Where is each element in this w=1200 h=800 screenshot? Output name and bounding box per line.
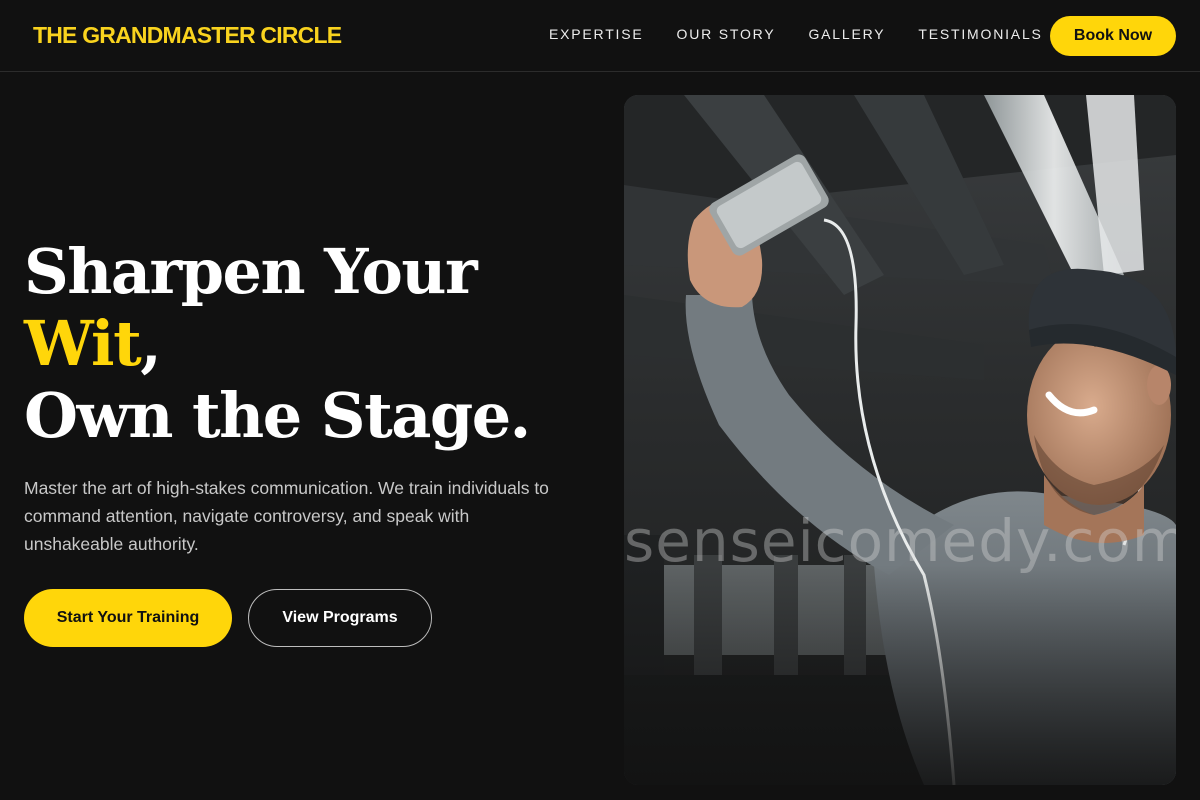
hero-photo: senseicomedy.com xyxy=(624,95,1176,785)
book-now-button[interactable]: Book Now xyxy=(1050,16,1176,56)
headline-line-3: Own the Stage. xyxy=(24,379,531,452)
headline-line-2: Wit, xyxy=(24,308,530,380)
headline-line-1: Sharpen Your xyxy=(24,235,478,308)
nav-links: EXPERTISE OUR STORY GALLERY TESTIMONIALS xyxy=(549,26,1076,42)
nav-link-our-story[interactable]: OUR STORY xyxy=(677,26,776,42)
nav-link-testimonials[interactable]: TESTIMONIALS xyxy=(918,26,1042,42)
headline-comma: , xyxy=(140,307,162,380)
hero-description: Master the art of high-stakes communicat… xyxy=(24,478,549,554)
nav-link-expertise[interactable]: EXPERTISE xyxy=(549,26,644,42)
top-nav: THE GRANDMASTER CIRCLE EXPERTISE OUR STO… xyxy=(0,0,1200,72)
view-programs-button[interactable]: View Programs xyxy=(248,589,432,647)
selfie-photo-illustration xyxy=(624,95,1176,785)
start-training-button[interactable]: Start Your Training xyxy=(24,589,232,647)
brand-logo[interactable]: THE GRANDMASTER CIRCLE xyxy=(33,22,342,49)
nav-link-gallery[interactable]: GALLERY xyxy=(808,26,885,42)
headline-accent-word: Wit xyxy=(24,307,142,380)
hero-headline: Sharpen Your Wit, Own the Stage. xyxy=(24,235,531,452)
